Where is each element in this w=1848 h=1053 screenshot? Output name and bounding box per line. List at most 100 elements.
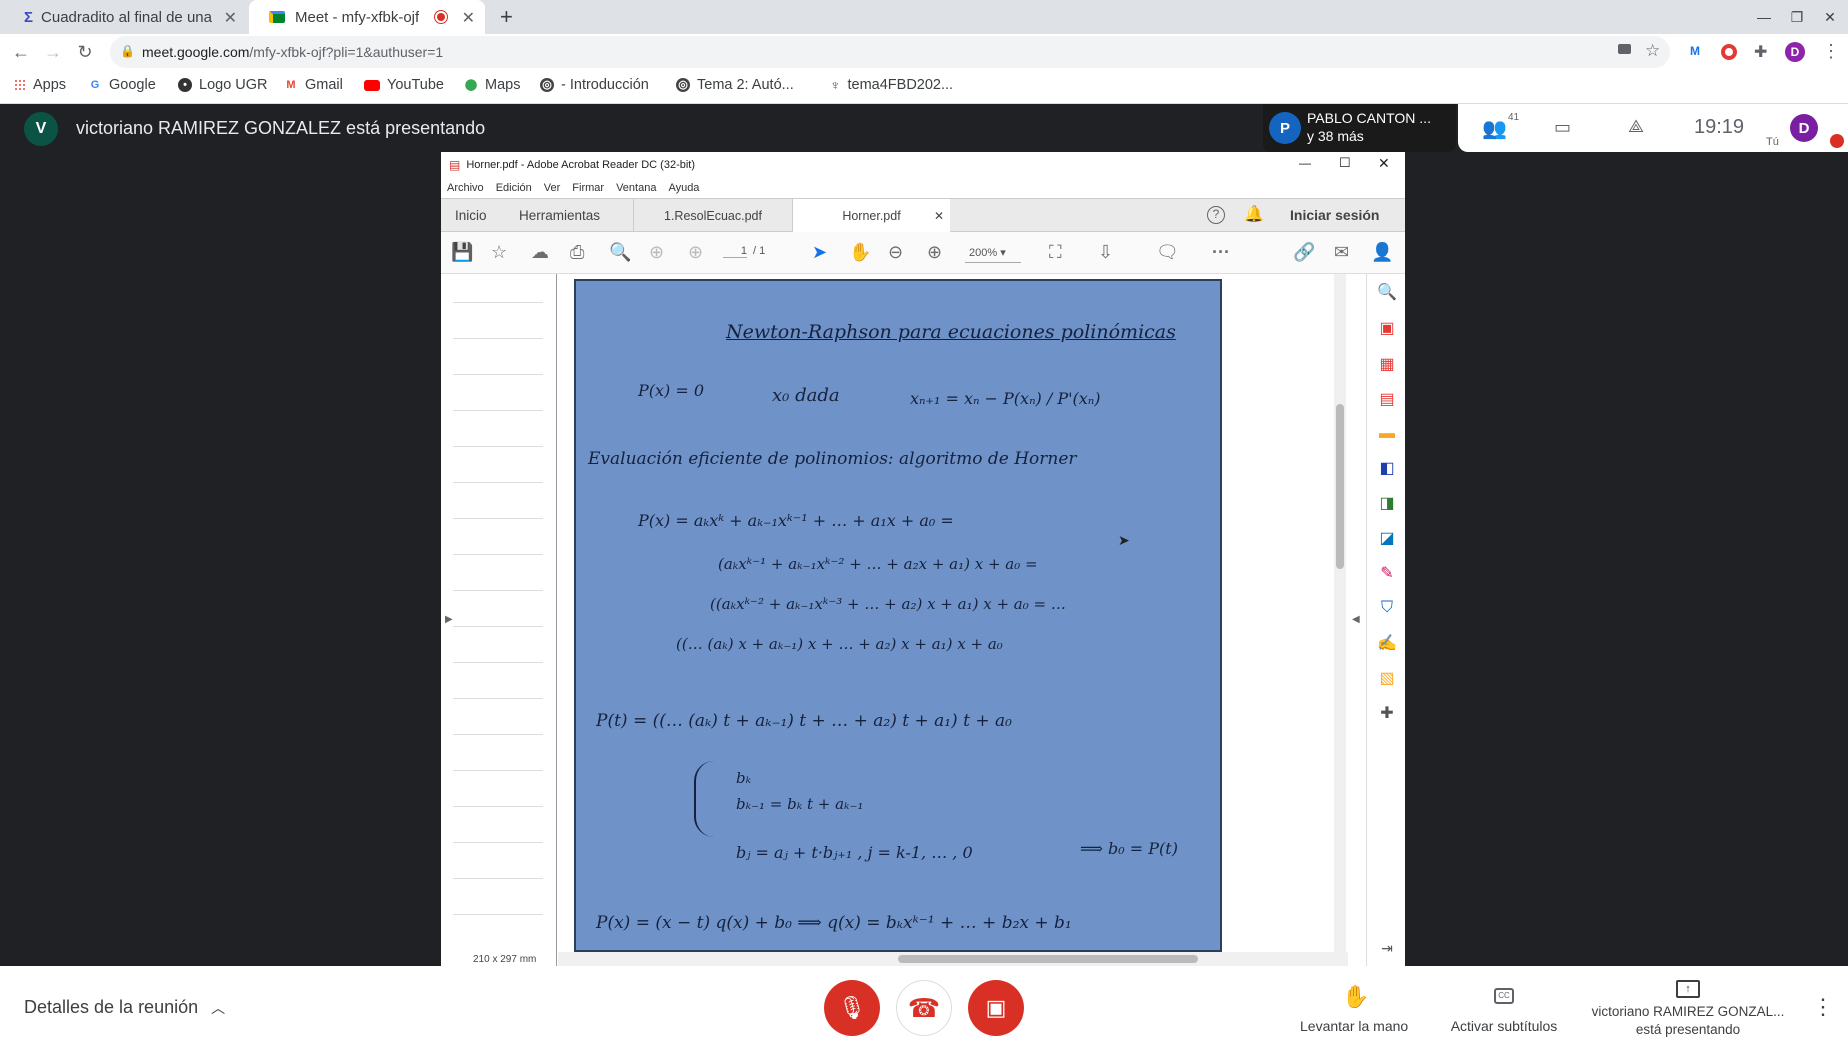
zoom-in-icon[interactable]: ⊕ [927,242,942,262]
close-tab-icon[interactable]: ✕ [462,8,475,28]
bookmark-logo-ugr[interactable]: • Logo UGR [178,77,268,93]
new-tab-button[interactable]: + [490,0,526,34]
tab-horner[interactable]: Horner.pdf ✕ [793,199,950,233]
close-tab-icon[interactable]: ✕ [224,8,237,28]
upload-icon[interactable]: ☁ [531,242,549,262]
bookmark-apps[interactable]: Apps [14,77,66,93]
comment-icon[interactable]: 🗨 [1156,242,1179,262]
signin-link[interactable]: Iniciar sesión [1290,207,1379,223]
captions-label[interactable]: Activar subtítulos [1444,1018,1564,1034]
vertical-scrollbar[interactable] [1334,274,1346,952]
bookmark-tema4[interactable]: ♆ tema4FBD202... [830,77,953,93]
menu-edicion[interactable]: Edición [496,182,532,194]
activities-icon[interactable]: ⟁ [1628,116,1644,137]
acrobat-minimize-icon[interactable]: — [1299,156,1311,170]
tab-inicio[interactable]: Inicio [455,199,487,232]
restore-icon[interactable]: ❐ [1780,0,1814,34]
scan-icon[interactable]: ◪ [1377,528,1397,548]
fit-page-icon[interactable]: ⛶ [1049,242,1062,262]
raise-hand-icon[interactable]: ✋ [1342,984,1369,1010]
puzzle-icon[interactable]: ✚ [1754,42,1767,62]
export-pdf-icon[interactable]: ▤ [1377,389,1397,409]
menu-ventana[interactable]: Ventana [616,182,656,194]
extension-icon[interactable]: M [1690,44,1700,58]
scroll-thumb[interactable] [1336,404,1344,569]
self-avatar[interactable]: D [1790,114,1818,142]
create-pdf-icon[interactable]: ▣ [1377,318,1397,338]
bookmark-gmail[interactable]: M Gmail [284,77,342,93]
chat-icon[interactable]: ▭ [1554,117,1571,138]
menu-archivo[interactable]: Archivo [447,182,484,194]
menu-ayuda[interactable]: Ayuda [668,182,699,194]
bookmark-introduccion[interactable]: ◎ - Introducción [540,77,649,93]
mic-off-button[interactable]: 🎙 [824,980,880,1036]
zoom-tool-icon[interactable]: 🔍 [1377,282,1397,302]
search-zoom-icon[interactable]: 🔍 [609,242,631,262]
forward-icon[interactable]: → [38,34,68,70]
zoom-out-icon[interactable]: ⊖ [888,242,903,262]
zoom-select[interactable]: 200% ▾ [965,243,1021,263]
more-tools-icon[interactable]: ✚ [1377,703,1397,723]
browser-tab-cuadradito[interactable]: Σ Cuadradito al final de una ✕ [4,0,247,34]
acrobat-close-icon[interactable]: ✕ [1378,155,1390,172]
more-menu-icon[interactable]: ⋮ [1822,41,1840,62]
acrobat-maximize-icon[interactable]: ☐ [1339,155,1351,171]
close-window-icon[interactable]: ✕ [1813,0,1847,34]
expand-pane-icon[interactable]: ▶ [445,614,453,625]
fill-sign-icon[interactable]: ✎ [1377,563,1397,583]
bookmark-google[interactable]: G Google [88,77,156,93]
print-icon[interactable]: ⎙ [570,242,584,262]
camera-off-button[interactable]: ▣ [968,980,1024,1036]
hang-up-button[interactable]: ☎ [896,980,952,1036]
tab-herramientas[interactable]: Herramientas [519,199,600,232]
bookmark-tema2[interactable]: ◎ Tema 2: Autó... [676,77,794,93]
prev-page-icon[interactable]: ⊕ [649,242,664,262]
camera-icon[interactable] [1618,44,1631,54]
hand-tool-icon[interactable]: ✋ [849,242,871,262]
back-icon[interactable]: ← [6,34,36,70]
send-review-icon[interactable]: ▧ [1377,668,1397,688]
compare-icon[interactable]: ◨ [1377,493,1397,513]
raise-hand-label[interactable]: Levantar la mano [1300,1018,1408,1034]
mail-icon[interactable]: ✉ [1334,242,1349,262]
browser-tab-meet[interactable]: Meet - mfy-xfbk-ojf ✕ [249,0,485,34]
horizontal-scrollbar[interactable] [558,952,1348,966]
menu-firmar[interactable]: Firmar [572,182,604,194]
bookmark-youtube[interactable]: YouTube [364,77,444,93]
profile-avatar[interactable]: D [1785,42,1805,62]
sign-icon[interactable]: ✍ [1377,633,1397,653]
minimize-icon[interactable]: — [1747,0,1781,34]
opera-icon[interactable] [1721,44,1737,60]
bookmark-maps[interactable]: ⬤ Maps [464,77,521,93]
url-field[interactable]: 🔒 meet.google.com/mfy-xfbk-ojf?pli=1&aut… [110,36,1670,68]
active-speaker-box[interactable]: P PABLO CANTON ... y 38 más [1263,104,1456,152]
link-icon[interactable]: 🔗 [1293,242,1315,262]
organize-pages-icon[interactable]: ▦ [1377,354,1397,374]
page-number-input[interactable]: 1 [723,245,747,258]
comment-tool-icon[interactable]: ▬ [1377,424,1397,444]
tab-resolecuac[interactable]: 1.ResolEcuac.pdf [633,199,793,232]
captions-icon[interactable]: CC [1494,988,1514,1004]
star-icon[interactable]: ☆ [1645,41,1660,61]
present-screen-icon[interactable]: ↑ [1676,980,1700,998]
select-cursor-icon[interactable]: ➤ [812,242,827,262]
collapse-right-pane-icon[interactable]: ◀ [1352,614,1360,625]
combine-files-icon[interactable]: ◧ [1377,458,1397,478]
protect-icon[interactable]: ⛉ [1377,598,1397,618]
scroll-mode-icon[interactable]: ⇩ [1098,242,1113,262]
people-icon[interactable]: 👥 [1482,116,1507,141]
collapse-pane-icon[interactable]: ⇥ [1377,938,1397,958]
meeting-details-button[interactable]: Detalles de la reunión ︿ [24,997,225,1018]
next-page-icon[interactable]: ⊕ [688,242,703,262]
close-tab-icon[interactable]: ✕ [934,209,944,223]
add-user-icon[interactable]: 👤 [1371,242,1393,262]
reload-icon[interactable]: ↻ [70,34,100,70]
save-icon[interactable]: 💾 [451,242,473,262]
document-view[interactable]: Newton-Raphson para ecuaciones polinómic… [558,274,1252,952]
more-tools-icon[interactable]: ··· [1212,242,1230,262]
bookmark-star-icon[interactable]: ☆ [491,242,507,262]
presenting-label-1[interactable]: victoriano RAMIREZ GONZAL... [1588,1004,1788,1019]
menu-ver[interactable]: Ver [544,182,561,194]
help-icon[interactable]: ? [1207,206,1225,224]
bell-icon[interactable]: 🔔 [1244,204,1264,224]
